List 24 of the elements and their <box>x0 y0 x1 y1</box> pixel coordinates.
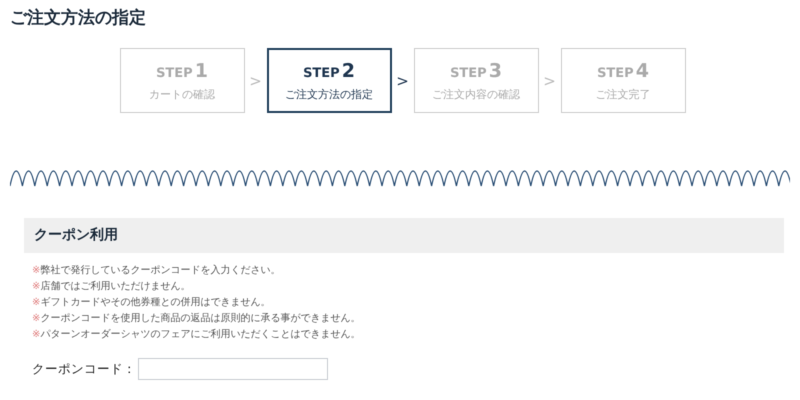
coupon-code-field[interactable] <box>138 358 328 380</box>
note-text: ※ギフトカードやその他券種との併用はできません。 <box>32 296 272 310</box>
step-name: ご注文方法の指定 <box>285 86 373 102</box>
step-number: 4 <box>636 60 649 82</box>
step-label: STEP <box>597 66 634 80</box>
chevron-icon: > <box>392 72 414 90</box>
step-number: 2 <box>342 60 355 82</box>
step-label: STEP <box>450 66 487 80</box>
page-title: ご注文方法の指定 <box>10 7 147 29</box>
step-name: ご注文完了 <box>596 86 650 102</box>
note-text: ※店舗ではご利用いただけません。 <box>32 280 192 294</box>
note-text: ※弊社で発行しているクーポンコードを入力ください。 <box>32 264 282 278</box>
step-number: 3 <box>488 60 502 82</box>
chevron-icon: > <box>538 72 560 90</box>
section-header: クーポン利用 <box>24 218 784 253</box>
step-number: 1 <box>194 60 208 82</box>
chevron-icon: > <box>244 72 266 90</box>
step-name: ご注文内容の確認 <box>432 86 520 102</box>
step-name: カートの確認 <box>149 86 215 102</box>
step-label: STEP <box>303 66 340 80</box>
note-text: ※パターンオーダーシャツのフェアにご利用いただくことはできません。 <box>32 328 362 342</box>
coupon-code-label: クーポンコード： <box>32 360 136 378</box>
step-label: STEP <box>156 66 193 80</box>
note-text: ※クーポンコードを使用した商品の返品は原則的に承る事ができません。 <box>32 312 362 326</box>
